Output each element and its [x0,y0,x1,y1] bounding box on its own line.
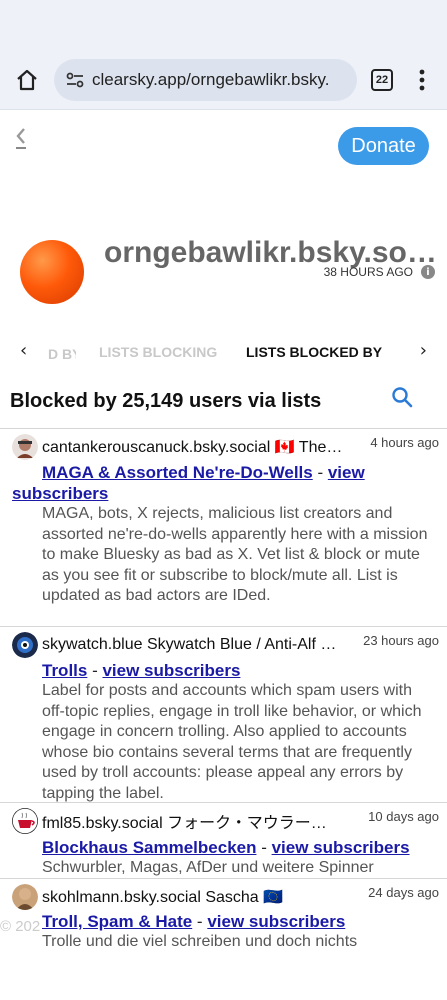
list-time: 10 days ago [368,809,439,824]
back-icon[interactable] [12,126,32,152]
list-link[interactable]: Blockhaus Sammelbecken [42,838,256,857]
address-bar[interactable]: clearsky.app/orngebawlikr.bsky. [54,58,357,101]
list-time: 4 hours ago [370,435,439,450]
user-avatar[interactable] [12,808,38,834]
list-entries: cantankerouscanuck.bsky.social 🇨🇦 The… 4… [0,428,447,958]
donate-button[interactable]: Donate [338,127,429,165]
separator: - [87,661,103,680]
user-avatar[interactable] [12,632,38,658]
list-item: cantankerouscanuck.bsky.social 🇨🇦 The… 4… [0,428,447,626]
site-settings-icon[interactable] [64,69,86,91]
copyright-text: © 202 [0,918,41,935]
list-item: skohlmann.bsky.social Sascha 🇪🇺 24 days … [0,878,447,958]
url-text: clearsky.app/orngebawlikr.bsky. [92,69,330,89]
list-creator[interactable]: skywatch.blue Skywatch Blue / Anti-Alf … [42,636,336,654]
browser-toolbar: clearsky.app/orngebawlikr.bsky. 22 [0,50,447,110]
home-icon[interactable] [10,63,44,97]
chevron-right-icon[interactable]: › [420,340,427,361]
list-description: Schwurbler, Magas, AfDer und weitere Spi… [42,859,374,876]
list-creator[interactable]: fml85.bsky.social フォーク・マウラー… [42,809,327,833]
tab-bar: ‹ D BY LISTS BLOCKING LISTS BLOCKED BY › [0,330,447,370]
list-description: Trolle und die viel schreiben und doch n… [42,933,358,950]
list-time: 23 hours ago [363,633,439,648]
page-content: Donate orngebawlikr.bsky.social 38 HOURS… [0,110,447,1000]
profile-joined: 38 HOURS AGO [323,265,413,279]
list-item: fml85.bsky.social フォーク・マウラー… 10 days ago… [0,802,447,878]
separator: - [256,838,272,857]
chevron-left-icon[interactable]: ‹ [20,340,27,361]
tab-lists-blocking[interactable]: LISTS BLOCKING [99,344,217,360]
status-bar [0,0,447,50]
user-avatar[interactable] [12,884,38,910]
more-menu-icon[interactable] [407,69,437,91]
list-description: MAGA, bots, X rejects, malicious list cr… [42,505,428,604]
separator: - [192,912,208,931]
view-subscribers-link[interactable]: view subscribers [207,912,345,931]
list-creator[interactable]: cantankerouscanuck.bsky.social 🇨🇦 The… [42,437,342,457]
user-avatar[interactable] [12,434,38,460]
list-item: skywatch.blue Skywatch Blue / Anti-Alf …… [0,626,447,802]
section-title: Blocked by 25,149 users via lists [10,390,322,412]
tab-switcher-button[interactable]: 22 [371,68,393,91]
view-subscribers-link[interactable]: view subscribers [102,661,240,680]
tab-lists-blocked-by[interactable]: LISTS BLOCKED BY [246,344,382,360]
list-link[interactable]: Trolls [42,661,87,680]
list-link[interactable]: MAGA & Assorted Ne're-Do-Wells [42,463,313,482]
avatar [20,240,84,304]
list-time: 24 days ago [368,885,439,900]
separator: - [312,463,328,482]
search-icon[interactable] [391,386,413,408]
tab-partial[interactable]: D BY [48,344,76,364]
info-icon[interactable]: i [421,265,435,279]
list-description: Label for posts and accounts which spam … [42,682,422,802]
view-subscribers-link[interactable]: view subscribers [272,838,410,857]
list-creator[interactable]: skohlmann.bsky.social Sascha 🇪🇺 [42,887,283,907]
list-link[interactable]: Troll, Spam & Hate [42,912,192,931]
